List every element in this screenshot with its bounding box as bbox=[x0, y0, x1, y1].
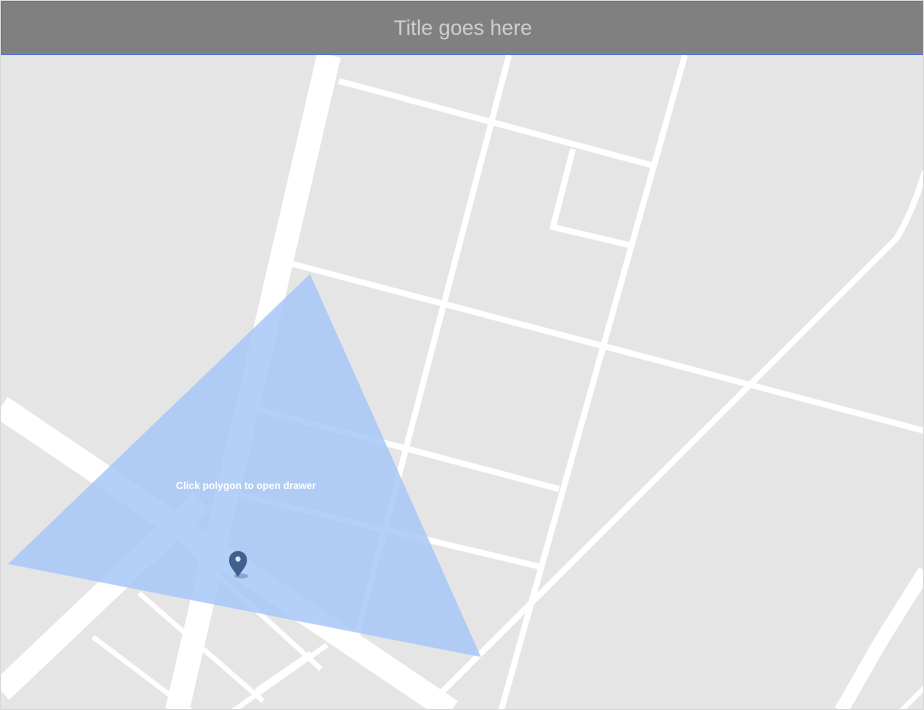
map-canvas[interactable]: Click polygon to open drawer bbox=[1, 55, 924, 710]
map-background bbox=[1, 55, 923, 709]
app-window: Title goes here Click polygon to open dr… bbox=[0, 0, 924, 710]
page-title: Title goes here bbox=[393, 17, 533, 40]
map-layer[interactable] bbox=[1, 55, 924, 710]
title-bar: Title goes here bbox=[1, 1, 923, 55]
